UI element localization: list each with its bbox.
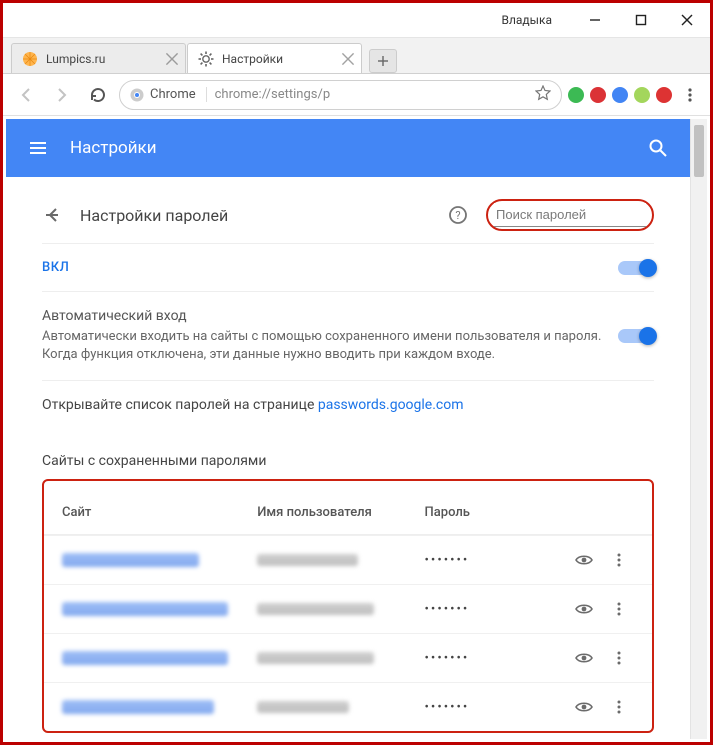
site-cell[interactable] xyxy=(62,553,199,567)
profile-label[interactable]: Владыка xyxy=(501,13,552,27)
tab-strip: Lumpics.ru Настройки xyxy=(3,38,710,74)
settings-header: Настройки xyxy=(6,119,690,177)
col-password: Пароль xyxy=(425,505,564,520)
user-cell xyxy=(257,554,357,566)
window-maximize-button[interactable] xyxy=(618,3,664,38)
tab-settings[interactable]: Настройки xyxy=(187,43,362,73)
passwords-link-prefix: Открывайте список паролей на странице xyxy=(42,397,318,413)
tab-title: Lumpics.ru xyxy=(46,52,157,66)
close-icon xyxy=(681,14,693,26)
row-menu-button[interactable] xyxy=(611,699,627,715)
row-menu-button[interactable] xyxy=(611,552,627,568)
row-menu-button[interactable] xyxy=(611,601,627,617)
show-password-button[interactable] xyxy=(574,648,594,668)
password-search-wrap xyxy=(486,199,654,231)
arrow-right-icon xyxy=(53,86,71,104)
saved-passwords-title: Сайты с сохраненными паролями xyxy=(42,429,654,479)
autologin-row: Автоматический вход Автоматически входит… xyxy=(42,291,654,380)
reload-icon xyxy=(89,86,107,104)
site-cell[interactable] xyxy=(62,651,228,665)
chrome-logo-icon xyxy=(130,88,144,102)
kebab-icon xyxy=(682,87,698,103)
arrow-left-icon xyxy=(17,86,35,104)
url-path: chrome://settings/p xyxy=(215,87,527,102)
window-titlebar: Владыка xyxy=(3,3,710,38)
toggle-knob xyxy=(639,327,657,345)
tab-close-icon[interactable] xyxy=(165,52,179,66)
autologin-toggle[interactable] xyxy=(618,329,654,343)
row-menu-button[interactable] xyxy=(611,650,627,666)
browser-menu-button[interactable] xyxy=(678,83,702,107)
saved-passwords-table: Сайт Имя пользователя Пароль ••••••• xyxy=(42,479,654,733)
toggle-knob xyxy=(639,259,657,277)
reload-button[interactable] xyxy=(83,80,113,110)
scrollbar-thumb[interactable] xyxy=(694,125,704,177)
plus-icon xyxy=(377,55,389,67)
help-icon[interactable]: ? xyxy=(448,205,468,225)
col-user: Имя пользователя xyxy=(257,505,424,520)
password-cell: ••••••• xyxy=(425,651,564,666)
hamburger-icon[interactable] xyxy=(28,138,48,158)
col-site: Сайт xyxy=(62,505,257,520)
tab-title: Настройки xyxy=(222,52,333,66)
table-row: ••••••• xyxy=(44,682,652,731)
nav-forward-button[interactable] xyxy=(47,80,77,110)
password-cell: ••••••• xyxy=(425,602,564,617)
page-title: Настройки паролей xyxy=(80,206,430,225)
breadcrumb: Настройки паролей ? xyxy=(42,199,654,231)
star-icon xyxy=(535,85,551,101)
table-row: ••••••• xyxy=(44,584,652,633)
tab-lumpics[interactable]: Lumpics.ru xyxy=(11,43,186,73)
password-cell: ••••••• xyxy=(425,700,564,715)
url-scheme-chip: Chrome xyxy=(130,87,207,102)
settings-content: Настройки Настройки паролей ? xyxy=(6,119,690,739)
show-password-button[interactable] xyxy=(574,599,594,619)
password-cell: ••••••• xyxy=(425,553,564,568)
table-row: ••••••• xyxy=(44,535,652,584)
settings-title: Настройки xyxy=(70,138,626,158)
extension-icon[interactable] xyxy=(590,87,606,103)
maximize-icon xyxy=(635,14,647,26)
scheme-label: Chrome xyxy=(150,87,196,102)
user-cell xyxy=(257,652,374,664)
autologin-title: Автоматический вход xyxy=(42,308,618,324)
orange-favicon-icon xyxy=(22,51,38,67)
window-minimize-button[interactable] xyxy=(572,3,618,38)
passwords-link-row: Открывайте список паролей на странице pa… xyxy=(42,380,654,429)
scrollbar[interactable] xyxy=(690,119,707,739)
passwords-google-link[interactable]: passwords.google.com xyxy=(318,397,464,413)
table-header: Сайт Имя пользователя Пароль xyxy=(44,491,652,535)
offer-save-toggle-row: ВКЛ xyxy=(42,243,654,291)
show-password-button[interactable] xyxy=(574,697,594,717)
extension-icon[interactable] xyxy=(568,87,584,103)
site-cell[interactable] xyxy=(62,602,228,616)
user-cell xyxy=(257,701,349,713)
offer-save-label: ВКЛ xyxy=(42,260,618,275)
bookmark-star-button[interactable] xyxy=(535,85,551,105)
nav-back-button[interactable] xyxy=(11,80,41,110)
extension-icon[interactable] xyxy=(634,87,650,103)
user-cell xyxy=(257,603,374,615)
new-tab-button[interactable] xyxy=(369,49,397,73)
extension-icon[interactable] xyxy=(612,87,628,103)
search-icon[interactable] xyxy=(648,138,668,158)
autologin-desc: Автоматически входить на сайты с помощью… xyxy=(42,328,618,364)
table-row: ••••••• xyxy=(44,633,652,682)
offer-save-toggle[interactable] xyxy=(618,261,654,275)
svg-text:?: ? xyxy=(455,209,460,222)
omnibox[interactable]: Chrome chrome://settings/p xyxy=(119,80,562,110)
extension-icon[interactable] xyxy=(656,87,672,103)
back-button[interactable] xyxy=(42,205,62,225)
browser-toolbar: Chrome chrome://settings/p xyxy=(3,74,710,116)
show-password-button[interactable] xyxy=(574,550,594,570)
gear-icon xyxy=(198,51,214,67)
minimize-icon xyxy=(589,14,601,26)
window-close-button[interactable] xyxy=(664,3,710,38)
site-cell[interactable] xyxy=(62,700,214,714)
password-search-input[interactable] xyxy=(494,203,646,227)
tab-close-icon[interactable] xyxy=(341,52,355,66)
